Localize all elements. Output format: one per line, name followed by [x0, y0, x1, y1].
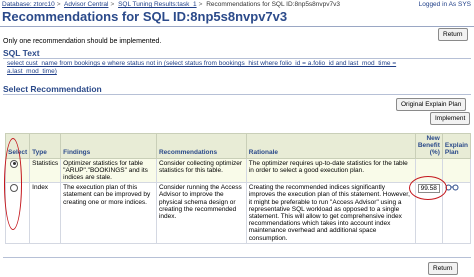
column-header-type: Type: [29, 133, 62, 159]
table-header-row: Select Type Findings Recommendations Rat…: [4, 133, 472, 159]
benefit-annotation-circle: [409, 176, 447, 200]
findings-cell: Optimizer statistics for table "ARUP"."B…: [60, 157, 157, 184]
findings-cell: The execution plan of this statement can…: [60, 182, 157, 244]
select-recommendation-heading: Select Recommendation: [3, 84, 102, 94]
explain-plan-cell: [441, 157, 472, 184]
rationale-cell: Creating the recommended indices signifi…: [245, 182, 416, 244]
section-divider: [3, 94, 471, 95]
sql-text-heading: SQL Text: [3, 48, 40, 58]
return-button-bottom[interactable]: Return: [428, 262, 458, 275]
page-title: Recommendations for SQL ID:8np5s8nvpv7v3: [2, 9, 288, 24]
select-column-annotation-circle: [4, 138, 22, 230]
column-header-recommendations: Recommendations: [155, 133, 247, 159]
breadcrumb-separator: >: [198, 1, 203, 8]
title-divider: [0, 26, 474, 27]
breadcrumb-advisor-central-link[interactable]: Advisor Central: [64, 1, 108, 8]
column-header-benefit: New Benefit (%): [414, 133, 443, 159]
breadcrumb-current: Recommendations for SQL ID:8np5s8nvpv7v3: [206, 1, 341, 8]
breadcrumb-database-link[interactable]: Database: ztorc10: [2, 1, 55, 8]
explain-plan-cell: [441, 182, 472, 244]
breadcrumb-tuning-results-link[interactable]: SQL Tuning Results:task_1: [118, 1, 197, 8]
breadcrumb: Database: ztorc10 > Advisor Central > SQL …: [2, 1, 340, 8]
type-cell: Index: [29, 182, 62, 244]
logged-in-label: Logged in As SYS: [418, 1, 471, 8]
original-explain-plan-button[interactable]: Original Explain Plan: [396, 98, 467, 111]
column-header-explain-plan: Explain Plan: [441, 133, 472, 159]
table-row: Statistics Optimizer statistics for tabl…: [4, 157, 472, 184]
breadcrumb-separator: >: [56, 1, 61, 8]
sql-text-link[interactable]: select cust_name from bookings e where s…: [7, 60, 447, 76]
footer-divider: [3, 257, 471, 258]
return-button-top[interactable]: Return: [438, 28, 468, 41]
column-header-findings: Findings: [60, 133, 157, 159]
table-row: Index The execution plan of this stateme…: [4, 182, 472, 244]
section-divider: [3, 58, 471, 59]
recommendations-cell: Consider collecting optimizer statistics…: [155, 157, 247, 184]
type-cell: Statistics: [29, 157, 62, 184]
recommendations-table: Select Type Findings Recommendations Rat…: [4, 133, 472, 244]
recommendations-cell: Consider running the Access Advisor to i…: [155, 182, 247, 244]
implement-button[interactable]: Implement: [430, 112, 471, 125]
info-message: Only one recommendation should be implem…: [3, 38, 162, 45]
breadcrumb-separator: >: [110, 1, 115, 8]
column-header-rationale: Rationale: [245, 133, 416, 159]
rationale-cell: The optimizer requires up-to-date statis…: [245, 157, 416, 184]
